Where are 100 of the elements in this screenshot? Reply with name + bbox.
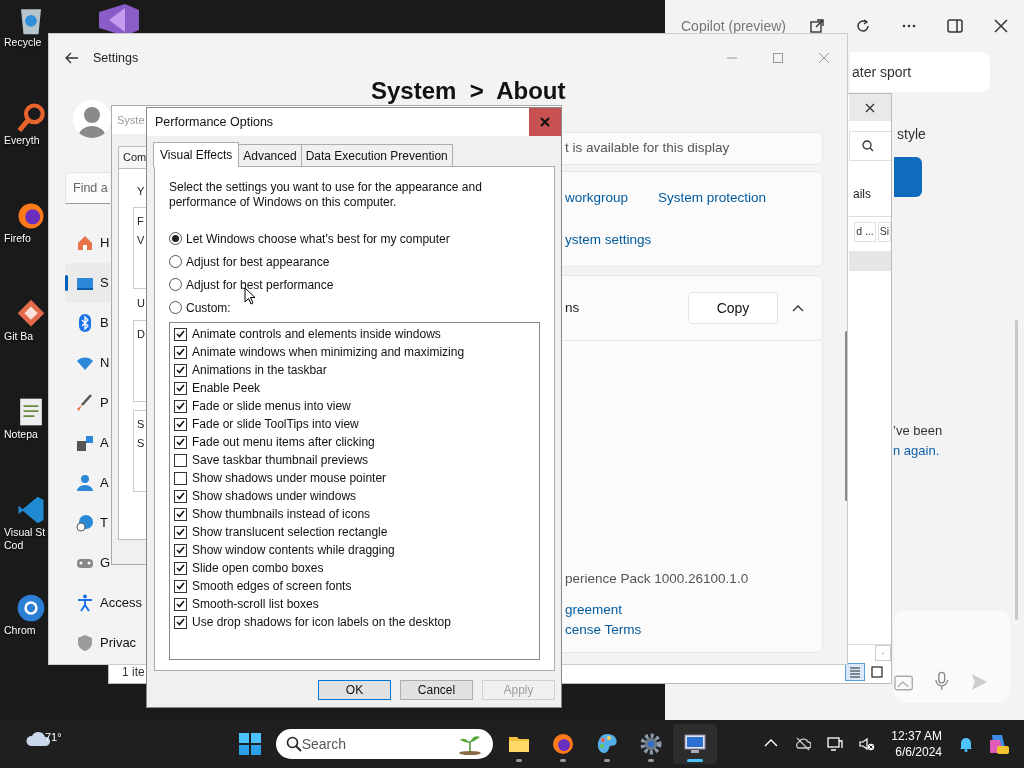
checkbox-label[interactable]: Show shadows under mouse pointer [192,469,387,487]
taskbar-search-field[interactable]: Search [275,729,493,759]
group-text: V [137,233,145,248]
checkbox[interactable] [174,399,187,413]
nav-item[interactable]: B [65,303,110,343]
weather-widget[interactable]: 71° [25,729,62,759]
nav-item[interactable]: Access [65,583,143,623]
settings-link[interactable]: workgroup [565,188,629,209]
checkbox[interactable] [174,471,187,485]
bell-icon[interactable] [958,736,974,752]
radio-button[interactable] [169,255,182,268]
volume-muted-icon[interactable] [859,736,876,752]
search-icon [862,140,874,152]
checkbox-label[interactable]: Enable Peek [192,379,261,397]
retry-link[interactable]: n again. [893,441,1024,461]
nav-item[interactable]: G [65,543,112,583]
network-icon[interactable] [827,736,844,752]
checkbox[interactable] [174,381,187,395]
tab[interactable]: Com [118,146,146,168]
checkbox-label[interactable]: Slide open combo boxes [192,559,324,577]
radio-label[interactable]: Adjust for best performance [186,275,334,294]
checkmark-icon [176,384,185,392]
checkbox[interactable] [174,579,187,593]
tab[interactable]: Visual Effects [153,142,240,167]
column-header[interactable]: d ... [854,222,876,242]
checkbox[interactable] [174,453,187,467]
checkbox[interactable] [174,507,187,521]
close-icon[interactable] [993,18,1009,34]
nav-item[interactable]: P [65,383,110,423]
description-text: Select the settings you want to use for the appearance and performance of Windows on this computer. [169,180,483,210]
checkbox[interactable] [174,525,187,539]
checkmark-icon [176,564,185,572]
checkbox[interactable] [174,345,187,359]
nav-item[interactable]: T [65,503,109,543]
checkmark-icon [176,348,185,356]
checkbox[interactable] [174,363,187,377]
checkbox-label[interactable]: Show thumbnails instead of icons [192,505,371,523]
view-button[interactable] [845,663,865,681]
settings-link[interactable]: System protection [658,188,767,209]
refresh-icon[interactable] [855,18,871,34]
checkbox-label[interactable]: Fade or slide ToolTips into view [192,415,359,433]
back-arrow-icon[interactable] [65,52,79,64]
radio-label[interactable]: Let Windows choose what's best for my computer [186,229,450,248]
desktop-icon-label: Notepa [4,428,38,441]
microphone-icon[interactable] [935,671,949,691]
chrome-icon[interactable] [16,592,46,624]
checkbox-label[interactable]: Use drop shadows for icon labels on the desktop [192,613,451,631]
maximize-icon[interactable] [772,52,784,64]
open-external-icon[interactable] [809,18,825,34]
tab[interactable]: Data Execution Prevention [300,144,453,166]
settings-link[interactable]: ystem settings [565,232,652,248]
checkbox[interactable] [174,615,187,629]
prompt-suggestion[interactable]: ater sport [850,52,990,92]
taskbar-app-button[interactable] [672,724,717,764]
column-header[interactable]: Si [877,222,891,242]
nav-item[interactable]: N [65,343,111,383]
vscode-icon[interactable] [16,494,46,526]
clock[interactable]: 12:37 AM 6/6/2024 [887,728,946,760]
checkbox-label[interactable]: Smooth-scroll list boxes [192,595,319,613]
checkbox[interactable] [174,327,187,341]
checkbox-label[interactable]: Fade out menu items after clicking [192,433,375,451]
nav-item[interactable]: A [65,423,110,463]
checkbox-label[interactable]: Show shadows under windows [192,487,357,505]
chat-input-field[interactable] [894,611,1010,703]
checkbox-label[interactable]: Show window contents while dragging [192,541,395,559]
license-link[interactable]: greement [565,601,623,617]
nav-item[interactable]: A [65,463,110,503]
dialog-button[interactable]: OK [318,680,391,700]
nav-item[interactable]: H [65,223,111,263]
checkbox-label[interactable]: Show translucent selection rectangle [192,523,388,541]
dialog-button[interactable]: Cancel [400,680,473,700]
checkbox[interactable] [174,597,187,611]
checkbox[interactable] [174,561,187,575]
checkbox-label[interactable]: Animations in the taskbar [192,361,327,379]
copy-button[interactable]: Copy [688,292,778,324]
cloud-off-icon[interactable] [795,736,812,752]
search-field[interactable] [849,131,891,161]
radio-label[interactable]: Custom: [186,298,231,317]
magnifier-icon[interactable] [16,102,46,134]
home-icon [76,234,94,252]
checkbox-label[interactable]: Fade or slide menus into view [192,397,351,415]
clock-icon [76,514,94,532]
checkbox[interactable] [174,435,187,449]
nav-item[interactable]: S [65,263,110,303]
radio-label[interactable]: Adjust for best appearance [186,252,330,271]
checkbox-label[interactable]: Save taskbar thumbnail previews [192,451,369,469]
license-link[interactable]: cense Terms [565,621,642,637]
find-setting-field[interactable]: Find a [65,172,110,204]
checkbox[interactable] [174,489,187,503]
checkbox-label[interactable]: Animate controls and elements inside windows [192,325,441,343]
radio-button[interactable] [169,278,182,291]
checkbox-label[interactable]: Animate windows when minimizing and maximizing [192,343,465,361]
checkbox[interactable] [174,543,187,557]
checkbox-label[interactable]: Smooth edges of screen fonts [192,577,352,595]
checkbox[interactable] [174,417,187,431]
radio-button[interactable] [169,232,182,245]
close-button[interactable] [529,108,561,136]
sidebar-icon[interactable] [947,18,963,34]
radio-button[interactable] [169,301,182,314]
nav-item[interactable]: Privac [65,623,138,663]
